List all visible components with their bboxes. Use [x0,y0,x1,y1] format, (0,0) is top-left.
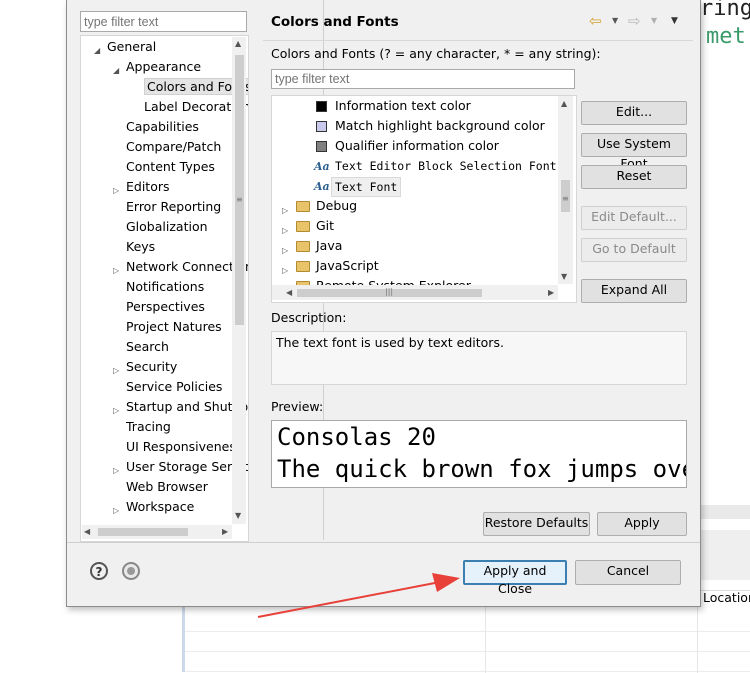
annotation-arrow-head [432,573,460,592]
annotation-arrow-shaft [257,581,441,618]
annotation-arrow [257,573,460,618]
